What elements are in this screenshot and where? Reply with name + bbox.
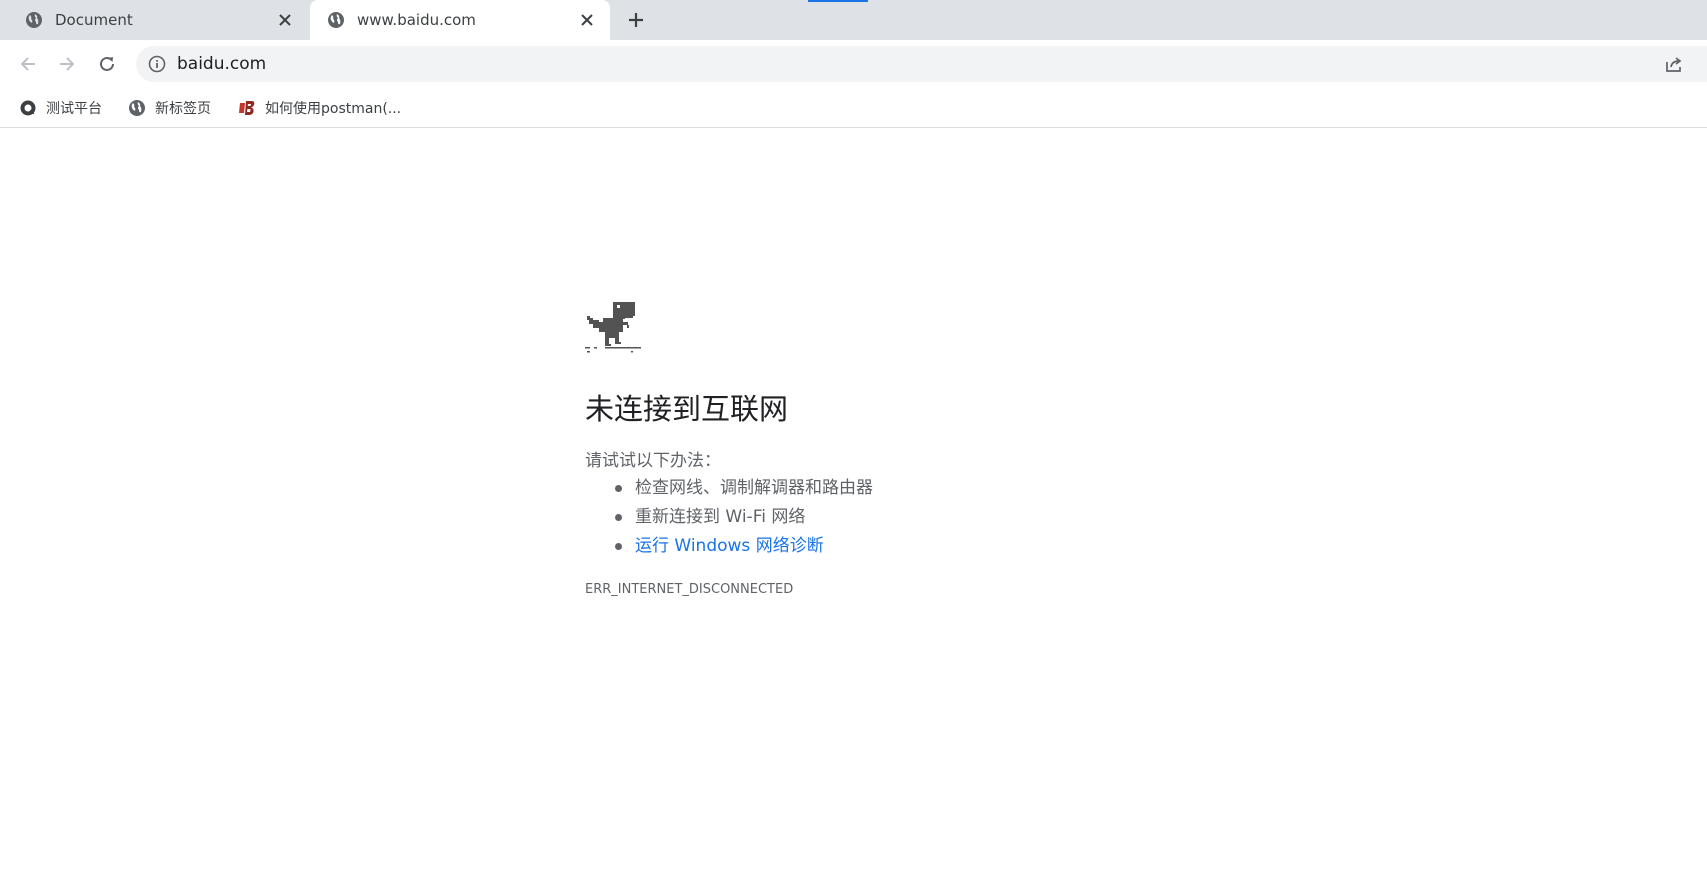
tab-baidu[interactable]: www.baidu.com: [310, 0, 610, 40]
url-text: baidu.com: [177, 54, 267, 74]
close-icon[interactable]: [276, 11, 294, 29]
network-diagnostics-link[interactable]: 运行 Windows 网络诊断: [635, 536, 824, 556]
tab-document[interactable]: Document: [8, 0, 308, 40]
bookmark-label: 如何使用postman(...: [265, 101, 402, 117]
b-logo-icon: [239, 101, 255, 115]
bookmark-label: 测试平台: [46, 101, 102, 117]
forward-arrow-icon[interactable]: [57, 54, 77, 74]
list-item: 重新连接到 Wi-Fi 网络: [615, 503, 873, 532]
bookmark-item[interactable]: 如何使用postman(...: [238, 96, 401, 120]
reload-icon[interactable]: [97, 54, 117, 74]
bookmark-label: 新标签页: [155, 101, 211, 117]
bookmarks-bar: 测试平台 新标签页 如何使用postman(...: [0, 88, 1707, 128]
suggestion-text: 检查网线、调制解调器和路由器: [635, 478, 873, 498]
close-icon[interactable]: [578, 11, 596, 29]
list-item: 运行 Windows 网络诊断: [615, 532, 873, 561]
bullet-dot: [615, 543, 622, 550]
tab-strip: Document www.baidu.com: [0, 0, 1707, 40]
bullet-dot: [615, 485, 622, 492]
new-tab-plus-icon[interactable]: [626, 10, 646, 30]
loading-indicator: [808, 0, 868, 2]
circle-logo-icon: [20, 100, 36, 116]
globe-icon: [26, 12, 42, 28]
share-icon[interactable]: [1663, 53, 1685, 75]
toolbar: baidu.com: [0, 40, 1707, 88]
address-bar[interactable]: baidu.com: [136, 46, 1707, 82]
suggestions-list: 检查网线、调制解调器和路由器 重新连接到 Wi-Fi 网络 运行 Windows…: [585, 474, 873, 561]
info-icon[interactable]: [148, 55, 166, 73]
suggestion-text: 重新连接到 Wi-Fi 网络: [635, 507, 806, 527]
globe-icon: [328, 12, 344, 28]
list-item: 检查网线、调制解调器和路由器: [615, 474, 873, 503]
globe-icon: [129, 100, 145, 116]
error-title: 未连接到互联网: [585, 392, 789, 426]
bullet-dot: [615, 514, 622, 521]
tab-title: Document: [55, 11, 133, 29]
dinosaur-icon[interactable]: [585, 300, 641, 356]
bookmark-item[interactable]: 测试平台: [19, 96, 102, 120]
tab-title: www.baidu.com: [357, 11, 476, 29]
back-arrow-icon[interactable]: [18, 54, 38, 74]
bookmark-item[interactable]: 新标签页: [128, 96, 211, 120]
suggestions-intro: 请试试以下办法：: [585, 451, 721, 471]
error-code: ERR_INTERNET_DISCONNECTED: [585, 582, 794, 597]
